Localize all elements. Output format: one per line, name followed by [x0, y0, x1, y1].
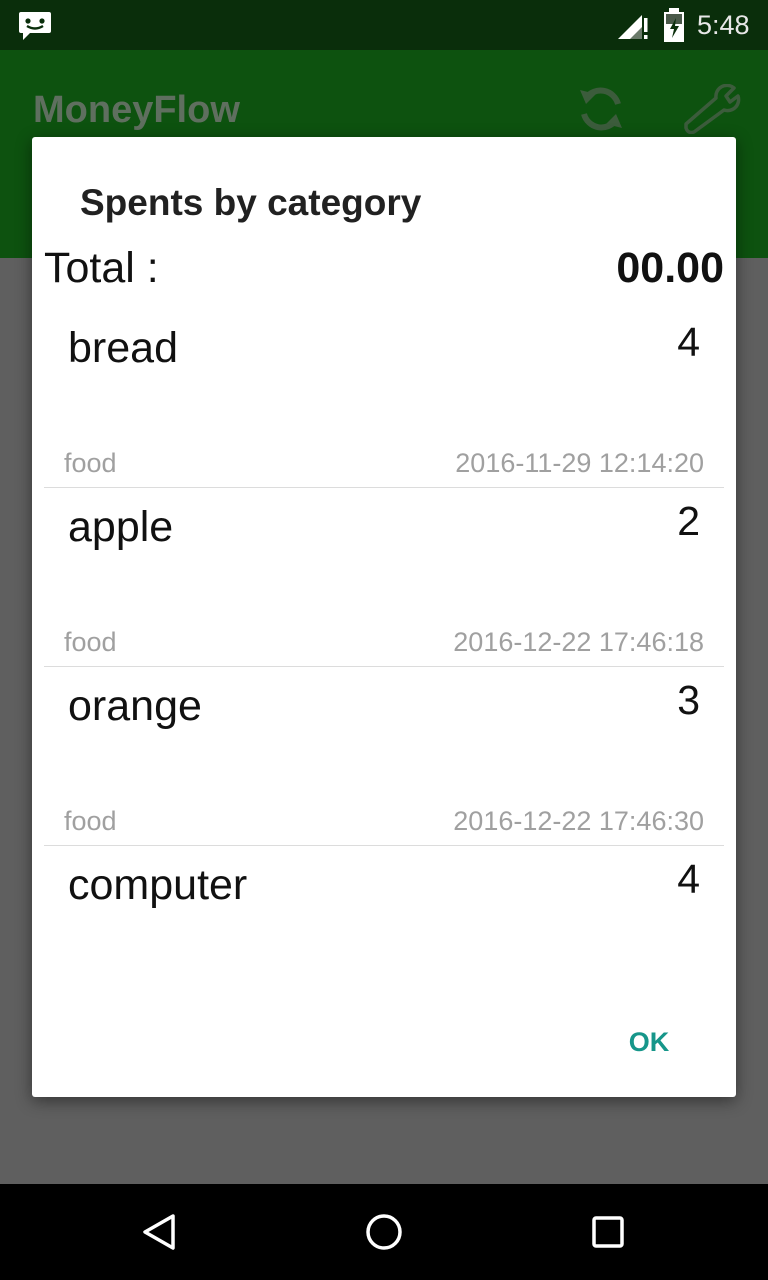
dialog-title: Spents by category [80, 182, 422, 223]
home-button[interactable] [354, 1202, 414, 1262]
item-category: food [64, 448, 117, 478]
battery-icon [664, 8, 684, 42]
ok-button[interactable]: OK [612, 1015, 686, 1069]
navigation-bar [0, 1184, 768, 1280]
refresh-icon[interactable] [574, 82, 628, 136]
spents-list[interactable]: bread 4 food 2016-11-29 12:14:20 apple 2… [44, 309, 724, 1024]
notification-message-icon [19, 12, 51, 40]
home-icon [366, 1214, 402, 1250]
list-item[interactable]: orange 3 food 2016-12-22 17:46:30 [44, 667, 724, 846]
item-category: food [64, 627, 117, 657]
list-item[interactable]: bread 4 food 2016-11-29 12:14:20 [44, 309, 724, 488]
screen: 5:48 MoneyFlow Spents by category Total … [0, 0, 768, 1280]
item-amount: 2 [677, 498, 700, 544]
status-bar: 5:48 [0, 0, 768, 50]
item-category: food [64, 806, 117, 836]
signal-icon [618, 15, 648, 39]
item-name: computer [68, 861, 248, 909]
back-icon [143, 1214, 175, 1250]
item-date: 2016-12-22 17:46:18 [453, 627, 704, 657]
back-button[interactable] [130, 1202, 190, 1262]
item-amount: 3 [677, 677, 700, 723]
spents-dialog: Spents by category Total : 00.00 bread 4… [32, 137, 736, 1097]
item-name: apple [68, 503, 174, 551]
list-item[interactable]: apple 2 food 2016-12-22 17:46:18 [44, 488, 724, 667]
recents-icon [592, 1216, 624, 1248]
app-title: MoneyFlow [33, 89, 240, 131]
list-item[interactable]: computer 4 [44, 846, 724, 1024]
recents-button[interactable] [578, 1202, 638, 1262]
total-label: Total : [44, 244, 159, 292]
item-date: 2016-12-22 17:46:30 [453, 806, 704, 836]
total-value: 00.00 [616, 244, 724, 292]
item-name: orange [68, 682, 202, 730]
item-name: bread [68, 324, 178, 372]
wrench-icon[interactable] [682, 84, 742, 134]
item-amount: 4 [677, 319, 700, 365]
item-amount: 4 [677, 856, 700, 902]
item-date: 2016-11-29 12:14:20 [455, 448, 704, 478]
status-time: 5:48 [697, 10, 750, 40]
